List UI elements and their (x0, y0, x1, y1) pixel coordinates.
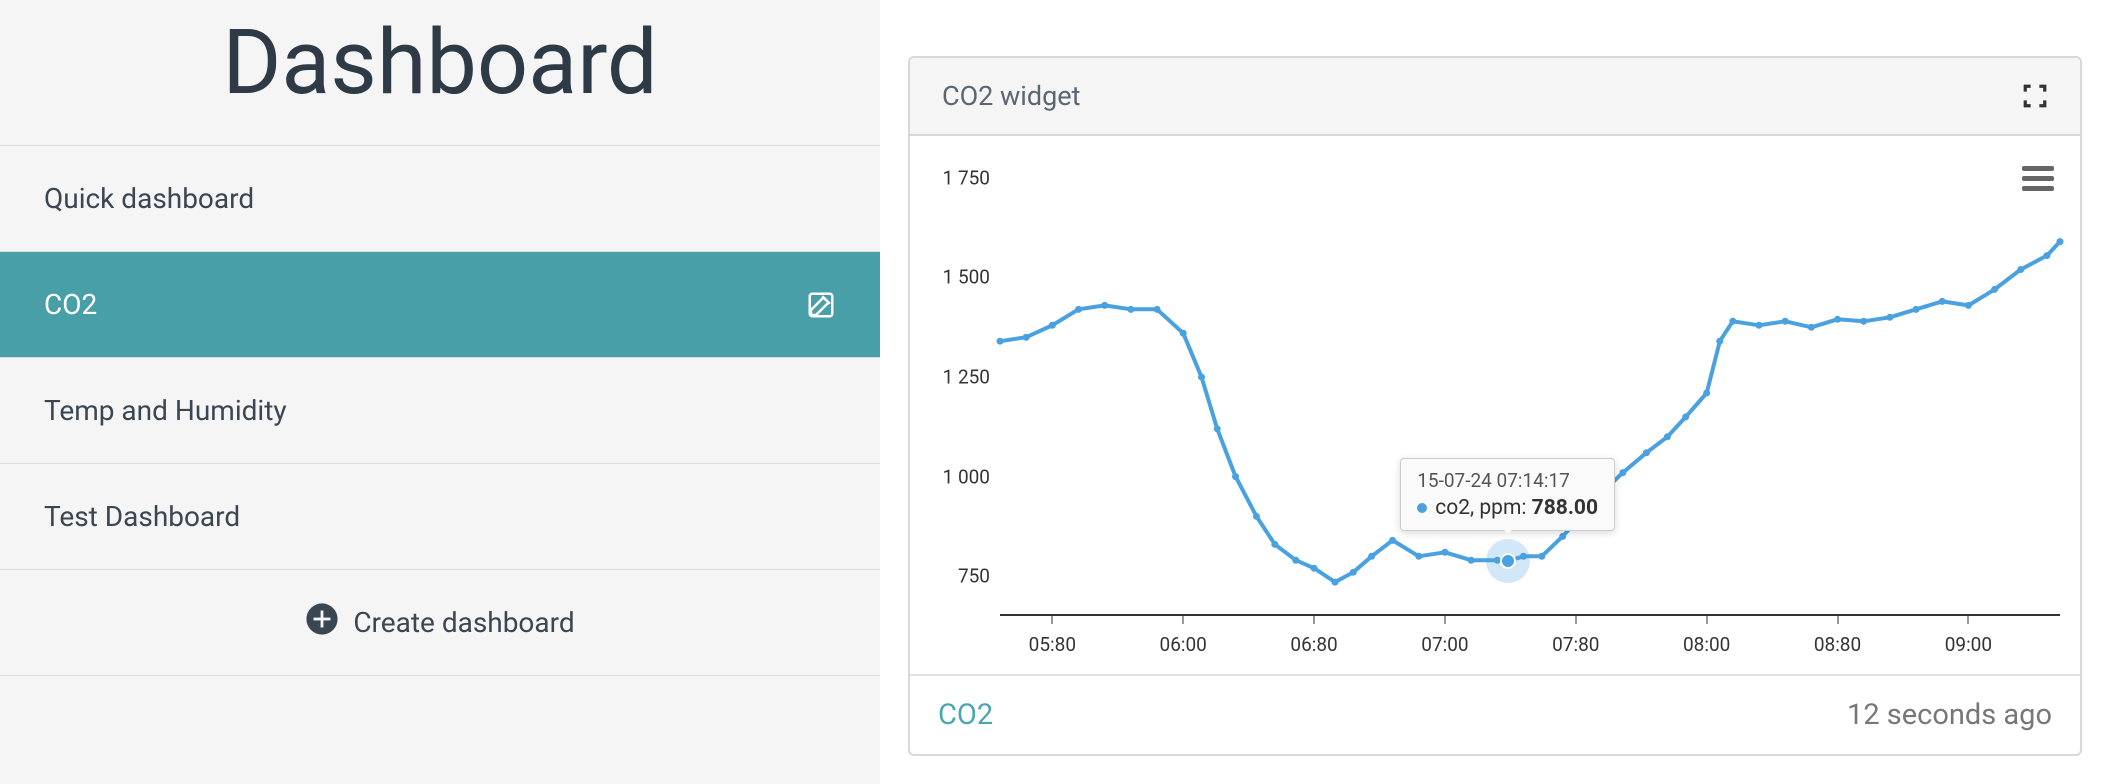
widget-footer: CO2 12 seconds ago (910, 674, 2080, 754)
x-axis-tick (1444, 616, 1445, 624)
y-axis-label: 1 000 (920, 465, 990, 488)
x-axis-label: 06:00 (1160, 633, 1207, 656)
y-axis-label: 1 500 (920, 266, 990, 289)
create-dashboard-label: Create dashboard (353, 606, 574, 639)
x-axis-label: 06:80 (1290, 633, 1337, 656)
sidebar-item-label: CO2 (44, 288, 97, 321)
plus-circle-icon (305, 602, 339, 643)
sidebar-item-label: Test Dashboard (44, 500, 240, 533)
chart-tooltip: 15-07-24 07:14:17 co2, ppm: 788.00 (1400, 458, 1615, 531)
sidebar-item-test-dashboard[interactable]: Test Dashboard (0, 464, 880, 570)
y-axis-label: 1 250 (920, 366, 990, 389)
tooltip-series-label: co2, ppm: (1435, 496, 1526, 520)
x-axis (1000, 614, 2060, 616)
tooltip-value: 788.00 (1532, 496, 1598, 520)
x-axis-tick (1706, 616, 1707, 624)
x-axis-tick (1837, 616, 1838, 624)
x-axis-label: 07:00 (1421, 633, 1468, 656)
x-axis-label: 09:00 (1945, 633, 1992, 656)
page-title: Dashboard (0, 0, 880, 146)
x-axis-tick (1052, 616, 1053, 624)
sidebar-item-co2[interactable]: CO2 (0, 252, 880, 358)
tooltip-series-dot-icon (1417, 503, 1427, 513)
x-axis-tick (1314, 616, 1315, 624)
x-axis-label: 05:80 (1029, 633, 1076, 656)
series-link[interactable]: CO2 (938, 698, 993, 732)
x-axis-tick (1968, 616, 1969, 624)
widget-header: CO2 widget (910, 58, 2080, 136)
last-update-label: 12 seconds ago (1847, 698, 2052, 732)
create-dashboard-button[interactable]: Create dashboard (0, 570, 880, 676)
sidebar-item-label: Quick dashboard (44, 182, 254, 215)
y-axis-label: 750 (920, 565, 990, 588)
sidebar-item-quick-dashboard[interactable]: Quick dashboard (0, 146, 880, 252)
sidebar: Dashboard Quick dashboard CO2 Temp and Hum… (0, 0, 880, 784)
widget-title: CO2 widget (942, 80, 1080, 112)
co2-widget: CO2 widget 750 1 000 1 250 1 500 1 750 05:80… (908, 56, 2082, 756)
y-axis-label: 1 750 (920, 166, 990, 189)
tooltip-date: 15-07-24 07:14:17 (1417, 469, 1598, 492)
x-axis-label: 07:80 (1552, 633, 1599, 656)
chart-menu-icon[interactable] (2022, 166, 2054, 191)
x-axis-tick (1575, 616, 1576, 624)
fullscreen-icon[interactable] (2022, 83, 2048, 109)
x-axis-label: 08:00 (1683, 633, 1730, 656)
main-content: CO2 widget 750 1 000 1 250 1 500 1 750 05:80… (880, 0, 2110, 784)
x-axis-label: 08:80 (1814, 633, 1861, 656)
x-axis-tick (1183, 616, 1184, 624)
sidebar-item-temp-and-humidity[interactable]: Temp and Humidity (0, 358, 880, 464)
chart-area[interactable]: 750 1 000 1 250 1 500 1 750 05:80 06:00 06:80 0… (910, 136, 2080, 674)
edit-icon[interactable] (806, 290, 836, 320)
sidebar-item-label: Temp and Humidity (44, 394, 287, 427)
